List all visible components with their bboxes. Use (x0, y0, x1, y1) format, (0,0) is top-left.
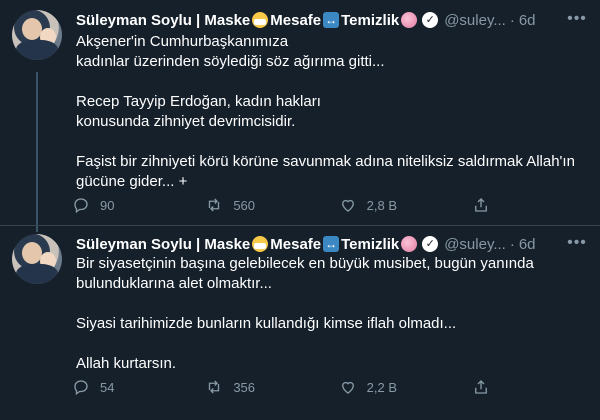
soap-icon (401, 12, 418, 28)
more-dots-icon[interactable]: ••• (566, 10, 588, 30)
like-button[interactable]: 2,8 B (339, 196, 434, 214)
tweet-actions: 54 356 2,2 B (72, 376, 502, 398)
text-line: kadınlar üzerinden söylediği söz ağırıma… (76, 53, 385, 70)
reply-icon (74, 380, 88, 396)
tweet-text: Bir siyasetçinin başına gelebilecek en b… (76, 254, 591, 374)
verified-badge-icon: ✓ (422, 236, 439, 252)
thread-line (36, 72, 38, 232)
retweet-count: 560 (233, 197, 256, 213)
share-button[interactable] (472, 196, 502, 214)
left-right-arrow-icon: ↔ (323, 236, 340, 252)
text-line: Faşist bir zihniyeti körü körüne savunma… (76, 153, 575, 170)
tweet[interactable]: Süleyman Soylu | Maske Mesafe ↔ Temizlik… (0, 226, 600, 420)
author-name[interactable]: Süleyman Soylu | Maske Mesafe ↔ Temizlik… (76, 236, 439, 253)
tweet-header: Süleyman Soylu | Maske Mesafe ↔ Temizlik… (76, 234, 536, 254)
soap-icon (401, 236, 418, 252)
more-dots-icon[interactable]: ••• (566, 234, 588, 254)
tweet-actions: 90 560 2,8 B (72, 194, 502, 216)
left-right-arrow-icon: ↔ (323, 12, 340, 28)
retweet-button[interactable]: 356 (205, 378, 300, 396)
text-line: bulunduklarına alet olmaktır... (76, 275, 272, 292)
text-line: Bir siyasetçinin başına gelebilecek en b… (76, 255, 534, 272)
reply-count: 90 (100, 197, 115, 213)
text-line: Allah kurtarsın. (76, 355, 177, 372)
reply-count: 54 (100, 379, 115, 395)
avatar[interactable] (12, 234, 62, 284)
face-mask-icon (252, 236, 269, 252)
author-handle[interactable]: @suley... (444, 12, 506, 29)
separator-dot: · (509, 235, 515, 253)
tweet-text: Akşener'in Cumhurbaşkanımıza kadınlar üz… (76, 32, 591, 192)
author-name[interactable]: Süleyman Soylu | Maske Mesafe ↔ Temizlik… (76, 12, 439, 29)
reply-button[interactable]: 54 (72, 378, 167, 396)
timestamp[interactable]: 6d (519, 236, 536, 253)
like-count: 2,2 B (366, 379, 398, 395)
avatar[interactable] (12, 10, 62, 60)
heart-icon (341, 199, 354, 212)
face-mask-icon (252, 12, 269, 28)
heart-icon (341, 381, 354, 394)
text-line: gücüne gider... + (76, 173, 188, 190)
share-icon (475, 380, 487, 394)
author-handle[interactable]: @suley... (444, 236, 506, 253)
text-line: Recep Tayyip Erdoğan, kadın hakları (76, 93, 321, 110)
like-count: 2,8 B (366, 197, 398, 213)
share-button[interactable] (472, 378, 502, 396)
retweet-icon (209, 198, 220, 212)
like-button[interactable]: 2,2 B (339, 378, 434, 396)
retweet-count: 356 (233, 379, 256, 395)
separator-dot: · (509, 11, 515, 29)
text-line: Siyasi tarihimizde bunların kullandığı k… (76, 315, 457, 332)
share-icon (475, 198, 487, 212)
tweet-header: Süleyman Soylu | Maske Mesafe ↔ Temizlik… (76, 10, 536, 30)
text-line: konusunda zihniyet devrimcisidir. (76, 113, 296, 130)
retweet-icon (209, 380, 220, 394)
tweet[interactable]: Süleyman Soylu | Maske Mesafe ↔ Temizlik… (0, 0, 600, 232)
retweet-button[interactable]: 560 (205, 196, 300, 214)
timestamp[interactable]: 6d (519, 12, 536, 29)
reply-icon (74, 198, 88, 214)
verified-badge-icon: ✓ (422, 12, 439, 28)
reply-button[interactable]: 90 (72, 196, 167, 214)
text-line: Akşener'in Cumhurbaşkanımıza (76, 33, 289, 50)
